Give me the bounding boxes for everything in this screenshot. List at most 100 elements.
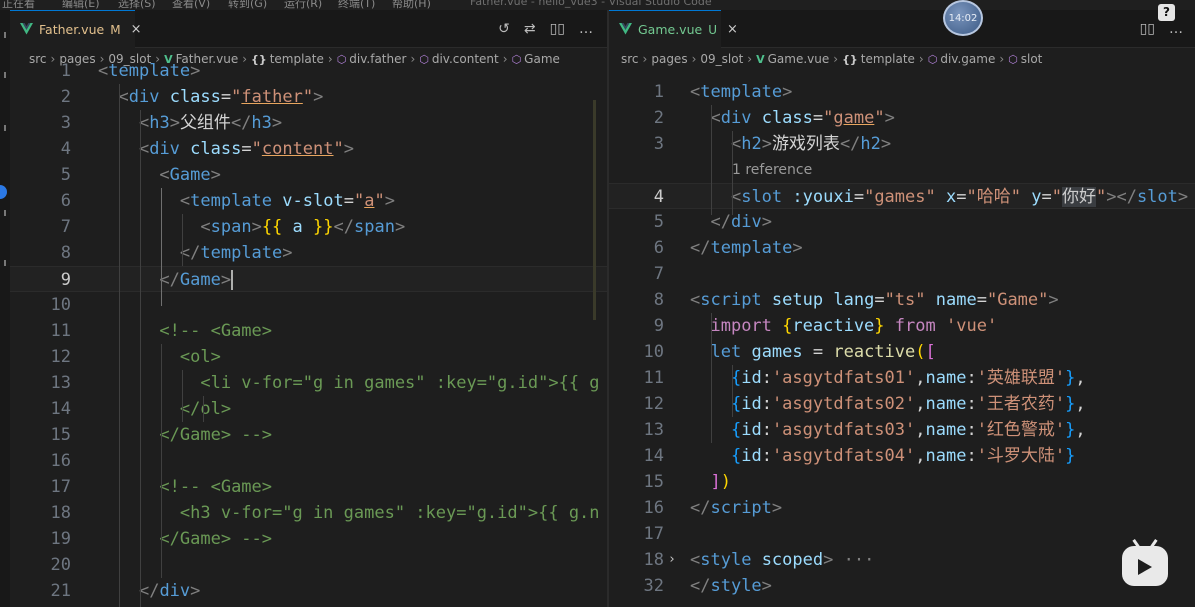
code-line[interactable]: 7 [609,261,1195,287]
code-line[interactable]: 10 let games = reactive([ [609,339,1195,365]
close-icon[interactable]: × [727,22,738,37]
menu-item-watching[interactable]: 正在看 [2,0,35,10]
code-editor-right[interactable]: 1 <template> 2 <div class="game"> 3 <h2>游戏列… [609,70,1195,607]
code-line[interactable]: 4 <div class="content"> [10,136,607,162]
line-number: 15 [50,425,71,445]
code-token: > [313,87,324,107]
fold-chevron-icon[interactable]: › [668,547,676,573]
code-token: class [169,87,221,107]
code-line[interactable]: 12 <ol> [10,344,607,370]
code-line[interactable]: 6 <template v-slot="a"> [10,188,607,214]
code-token: scoped [761,550,824,570]
code-line[interactable]: 15 </Game> --> [10,422,607,448]
menu-item-run[interactable]: 运行(R) [284,0,322,10]
code-line[interactable]: 9 import {reactive} from 'vue' [609,313,1195,339]
line-number: 13 [50,373,71,393]
code-line[interactable]: 8 </template> [10,240,607,266]
code-line[interactable]: 19 </Game> --> [10,526,607,552]
code-line[interactable]: 21 </div> [10,578,607,604]
code-token: : [761,394,772,414]
code-token: </ol> [179,399,232,419]
breadcrumb-item[interactable]: {} template [842,52,915,66]
breadcrumb-item[interactable]: src [621,52,639,66]
source-control-icon[interactable] [0,125,6,131]
more-actions-icon[interactable]: … [1169,20,1183,38]
code-line[interactable]: 32 </style> [609,573,1195,599]
code-token: </ [690,576,711,596]
code-line[interactable]: 10 [10,292,607,318]
breadcrumb-item[interactable]: ⬡ div.game [928,52,996,66]
menu-bar: 正在看 编辑(E) 选择(S) 查看(V) 转到(G) 运行(R) 终端(T) … [0,0,1195,10]
code-line[interactable]: 18 <h3 v-for="g in games" :key="g.id">{{… [10,500,607,526]
code-line[interactable]: 2 <div class="father"> [10,84,607,110]
tab-father-vue[interactable]: Father.vue M × [10,10,141,48]
code-editor-left[interactable]: 1 <template> 2 <div class="father"> 3 <h3>父… [10,61,607,607]
code-line[interactable]: 2 <div class="game"> [609,105,1195,131]
code-line[interactable]: 5 </div> [609,209,1195,235]
menu-item-edit[interactable]: 编辑(E) [62,0,100,10]
code-token: div [149,139,180,159]
explorer-icon[interactable] [0,32,6,38]
code-line[interactable]: 4 <slot :youxi="games" x="哈哈" y="你好"></s… [609,183,1195,209]
code-token: < [690,82,701,102]
folded-ellipsis[interactable]: ··· [833,550,875,570]
code-line[interactable]: 15 ]) [609,469,1195,495]
breadcrumb-item[interactable]: V Game.vue [756,52,829,66]
code-line[interactable]: 11 {id:'asgytdfats01',name:'英雄联盟'}, [609,365,1195,391]
code-line[interactable]: 9 </Game> [10,266,607,292]
code-line[interactable]: 1 <template> [10,58,607,84]
split-editor-icon[interactable]: ▯▯ [550,20,565,38]
extensions-icon[interactable] [0,260,6,266]
code-line[interactable]: 14 </ol> [10,396,607,422]
code-token: </Game> --> [159,425,273,445]
code-line[interactable]: 3 <h3>父组件</h3> [10,110,607,136]
help-icon[interactable]: ? [1158,4,1175,21]
tab-game-vue[interactable]: Game.vue U × [609,10,738,48]
code-line[interactable]: 17 [609,521,1195,547]
code-token: style [700,550,752,570]
code-token: }} [313,217,334,237]
menu-item-go[interactable]: 转到(G) [228,0,267,10]
code-line[interactable]: 12 {id:'asgytdfats02',name:'王者农药'}, [609,391,1195,417]
menu-item-help[interactable]: 帮助(H) [392,0,431,10]
code-line[interactable]: 1 <template> [609,79,1195,105]
breadcrumb-item[interactable]: ⬡ slot [1008,52,1042,66]
more-actions-icon[interactable]: … [579,20,593,38]
code-line[interactable]: 6 </template> [609,235,1195,261]
code-token: > [761,134,772,154]
codelens-references[interactable]: 1 reference [732,157,812,183]
code-token: id [741,420,762,440]
breadcrumb-item[interactable]: 09_slot [700,52,743,66]
compare-icon[interactable]: ⇄ [524,20,536,38]
code-line[interactable]: 16 </script> [609,495,1195,521]
search-icon[interactable] [0,72,6,78]
code-line[interactable]: 18 › <style scoped> ··· [609,547,1195,573]
code-line[interactable]: 13 <li v-for="g in games" :key="g.id">{{… [10,370,607,396]
code-line[interactable]: 8 <script setup lang="ts" name="Game"> [609,287,1195,313]
menu-item-terminal[interactable]: 终端(T) [338,0,375,10]
run-debug-icon[interactable] [0,210,6,216]
close-icon[interactable]: × [131,22,142,37]
open-changes-icon[interactable]: ↺ [498,20,510,38]
scrollbar-left[interactable] [593,100,596,320]
code-token: div [159,581,191,601]
menu-item-view[interactable]: 查看(V) [172,0,210,10]
code-line[interactable]: 17 <!-- <Game> [10,474,607,500]
chevron-right-icon: › [833,52,839,66]
code-line[interactable]: 7 <span>{{ a }}</span> [10,214,607,240]
menu-item-selection[interactable]: 选择(S) [118,0,156,10]
code-line[interactable]: 16 [10,448,607,474]
breadcrumb-item[interactable]: pages [651,52,687,66]
code-line[interactable]: 13 {id:'asgytdfats03',name:'红色警戒'}, [609,417,1195,443]
split-editor-icon[interactable]: ▯▯ [1140,20,1155,38]
code-line[interactable]: 11 <!-- <Game> [10,318,607,344]
code-token: < [159,165,170,185]
code-line[interactable]: 3 <h2>游戏列表</h2> [609,131,1195,157]
code-line[interactable]: 14 {id:'asgytdfats04',name:'斗罗大陆'} [609,443,1195,469]
code-line[interactable]: 5 <Game> [10,162,607,188]
code-line[interactable]: 20 [10,552,607,578]
